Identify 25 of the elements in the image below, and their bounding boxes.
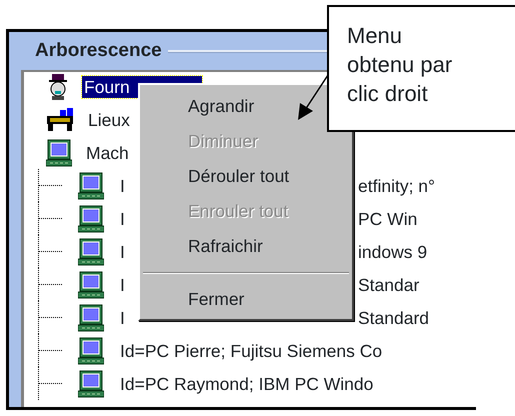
menu-item[interactable]: Fermer	[188, 282, 244, 317]
tree-item-text: PC Win	[357, 208, 418, 230]
tree-item[interactable]: Id=PC Pierre; Fujitsu Siemens Co	[118, 340, 384, 362]
tree-item[interactable]: Lieux	[86, 108, 132, 130]
computer-icon	[78, 304, 104, 332]
computer-icon	[78, 336, 104, 364]
tree-item-text: Standar	[357, 274, 420, 296]
tree-item-text: etfinity; n°	[357, 174, 436, 196]
supplier-icon	[46, 74, 70, 100]
computer-icon	[78, 270, 104, 298]
callout-text: Menu obtenu par clic droit	[347, 22, 454, 108]
tree-item[interactable]: Mach	[84, 142, 131, 164]
menu-item[interactable]: Agrandir	[188, 89, 254, 124]
computer-icon	[78, 172, 104, 200]
menu-item[interactable]: Dérouler tout	[188, 159, 290, 194]
tree-item-text: indows 9	[357, 240, 428, 262]
tree-item[interactable]: Id=PC Raymond; IBM PC Windo	[118, 372, 376, 394]
vehicle-icon	[46, 108, 74, 132]
computer-icon	[78, 204, 104, 232]
computer-icon	[78, 238, 104, 266]
menu-item[interactable]: Rafraichir	[188, 229, 263, 264]
computer-icon	[78, 370, 104, 398]
panel-title: Arborescence	[34, 38, 162, 63]
tree-item-text: Standard	[357, 306, 430, 328]
computer-icon	[46, 138, 72, 166]
